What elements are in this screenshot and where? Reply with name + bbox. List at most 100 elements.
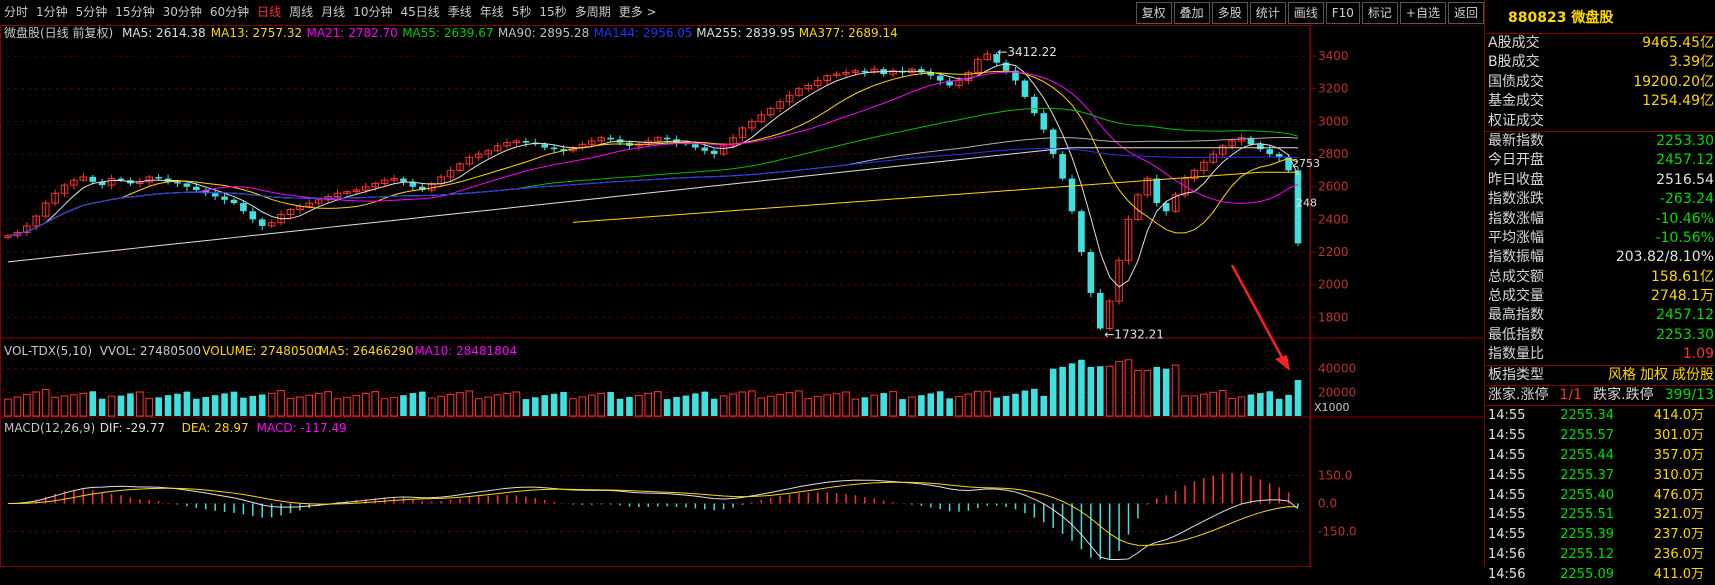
volume-bar [1153,366,1161,416]
candle-body [550,147,558,150]
volume-bar [446,393,455,417]
period-tab[interactable]: 季线 [444,0,476,25]
tool-button[interactable]: +自选 [1399,2,1446,24]
volume-bar [955,396,963,417]
tick-price: 2255.51 [1560,507,1614,523]
index-stats-section: 最新指数 2253.30 今日开盘 2457.12 昨日收盘 2516.54 指数涨跌 -26… [1485,132,1715,366]
volume-bar [550,393,558,416]
tick-list[interactable]: 14:55 2255.34 414.0万 14:55 2255.57 301.0万 14:5… [1485,406,1715,584]
tick-price: 2255.57 [1560,428,1614,444]
volume-bar [701,391,709,416]
volume-bar [1162,368,1170,416]
period-tab[interactable]: 10分钟 [349,0,396,25]
volume-bar [1002,395,1010,416]
volume-bar [692,393,699,416]
volume-bar [1115,361,1123,417]
candle-body [522,141,530,143]
volume-bar [249,395,257,416]
board-type-label: 板指类型 [1488,366,1544,383]
volume-bar [804,398,813,417]
volume-bar [541,395,549,416]
tool-button[interactable]: 画线 [1287,2,1324,24]
board-type-row: 板指类型 风格 加权 成份股 [1485,366,1715,385]
volume-bar [1078,359,1085,416]
tick-row: 14:55 2255.57 301.0万 [1485,426,1715,446]
vol-legend: VOL-TDX(5,10) [4,344,92,358]
volume-bar [729,393,737,417]
stat-label: 国债成交 [1488,73,1544,90]
volume-bar [221,393,228,416]
tool-button[interactable]: 叠加 [1173,2,1210,24]
period-tab[interactable]: 30分钟 [159,0,206,25]
tool-button[interactable]: 统计 [1249,2,1286,24]
tick-vol: 321.0万 [1653,507,1704,523]
stat-row: 总成交额 158.61亿 [1485,268,1715,287]
period-tab[interactable]: 5分钟 [72,0,112,25]
stat-row: 基金成交 1254.49亿 [1485,92,1715,111]
period-tab[interactable]: 5秒 [508,0,536,25]
volume-bar [465,390,474,417]
tick-row: 14:56 2255.12 236.0万 [1485,545,1715,565]
tool-button[interactable]: 标记 [1361,2,1398,24]
period-tab[interactable]: 15分钟 [111,0,158,25]
candle-body [1078,211,1085,253]
volume-bar [164,395,172,416]
stat-label: 权证成交 [1488,112,1544,129]
tick-time: 14:55 [1488,448,1526,464]
volume-bar [211,395,219,416]
volume-bar [918,395,925,416]
tool-button[interactable]: 多股 [1211,2,1248,24]
candle-body [240,203,247,212]
volume-bar [1096,366,1104,416]
volume-bar [1266,391,1274,416]
period-tab[interactable]: 更多 > [615,0,661,25]
volume-bar [145,397,154,417]
ma-legend: MA21: 2782.70 [307,26,398,40]
volume-bar [719,395,728,417]
period-tab[interactable]: 15秒 [535,0,570,25]
stat-label: 基金成交 [1488,93,1544,110]
candle-body [249,211,257,220]
period-tab[interactable]: 1分钟 [32,0,72,25]
tick-vol: 310.0万 [1653,467,1704,483]
volume-bar [635,395,643,417]
board-tag[interactable]: 风格 [1608,367,1636,383]
volume-bar [673,396,680,416]
tool-button[interactable]: 返回 [1447,2,1484,24]
tool-button[interactable]: 复权 [1135,2,1172,24]
period-tab[interactable]: 日线 [253,0,285,25]
limit-section: 涨家.涨停 1/1 跌家.跌停 399/13 [1485,386,1715,407]
board-tag[interactable]: 成份股 [1672,367,1714,383]
tick-time: 14:55 [1488,428,1526,444]
period-tab[interactable]: 60分钟 [206,0,253,25]
period-tab[interactable]: 多周期 [571,0,615,25]
tool-button[interactable]: F10 [1325,2,1360,24]
volume-bar [927,393,935,416]
volume-bar [202,396,210,416]
candle-body [1031,96,1038,114]
period-tab[interactable]: 年线 [476,0,508,25]
board-tag[interactable]: 加权 [1640,367,1668,383]
kline-chart[interactable]: 1800 2000 2200 2400 2600 2800 3000 3200 3400 ←341… [0,25,1484,567]
period-tab[interactable]: 分时 [0,0,32,25]
period-tab[interactable]: 月线 [317,0,349,25]
volume-bar [1218,390,1227,417]
index-title: 880823 微盘股 [1485,0,1715,34]
period-tab[interactable]: 45日线 [396,0,443,25]
volume-bar [1200,393,1208,417]
main-title: 微盘股(日线 前复权) [4,25,113,40]
stat-label: 昨日收盘 [1488,171,1544,188]
stat-label: 指数振幅 [1488,249,1544,266]
volume-bar [277,390,285,417]
volume-bar [522,399,530,416]
period-tab[interactable]: 周线 [285,0,317,25]
volume-bar [136,391,144,417]
board-type-tags[interactable]: 风格 加权 成份股 [1604,366,1714,385]
ma-legend: MA90: 2895.28 [498,26,589,40]
volume-bar [32,391,41,417]
stat-label: 总成交额 [1488,268,1544,285]
tick-vol: 301.0万 [1653,428,1704,444]
volume-bar [400,395,407,416]
arrow-shaft [1230,264,1287,364]
volume-bar [1228,397,1236,417]
